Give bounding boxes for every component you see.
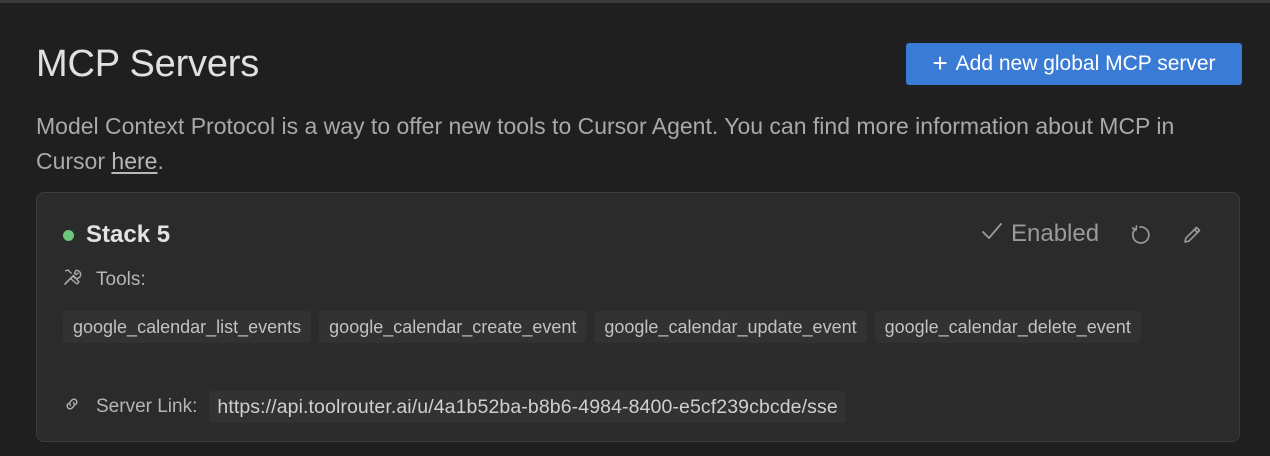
plus-icon: + — [932, 48, 948, 78]
refresh-button[interactable] — [1127, 222, 1153, 248]
tools-icon — [62, 267, 82, 293]
tool-chip: google_calendar_delete_event — [874, 311, 1141, 343]
server-link-row: Server Link: https://api.toolrouter.ai/u… — [62, 391, 846, 423]
server-link-value[interactable]: https://api.toolrouter.ai/u/4a1b52ba-b8b… — [209, 391, 846, 423]
tools-list: google_calendar_list_events google_calen… — [63, 311, 1213, 343]
enabled-toggle[interactable]: Enabled — [981, 220, 1099, 248]
server-name: Stack 5 — [86, 221, 171, 248]
page-description: Model Context Protocol is a way to offer… — [36, 109, 1236, 179]
top-border — [0, 0, 1270, 3]
tool-chip: google_calendar_update_event — [594, 311, 867, 343]
edit-button[interactable] — [1179, 222, 1205, 248]
page-title: MCP Servers — [36, 43, 260, 85]
tool-chip: google_calendar_list_events — [63, 311, 312, 343]
server-card: Stack 5 Enabled Tools: google_calendar_l… — [36, 192, 1240, 442]
pencil-icon — [1184, 226, 1201, 243]
status-indicator-dot — [63, 230, 74, 241]
description-text: Model Context Protocol is a way to offer… — [36, 113, 1175, 174]
tools-label: Tools: — [96, 269, 146, 290]
refresh-icon — [1131, 225, 1150, 244]
server-link-label: Server Link: — [96, 396, 198, 417]
here-link[interactable]: here — [111, 148, 157, 174]
add-button-label: Add new global MCP server — [955, 52, 1216, 75]
tool-chip: google_calendar_create_event — [319, 311, 587, 343]
checkmark-icon — [981, 220, 1003, 248]
add-global-mcp-server-button[interactable]: + Add new global MCP server — [906, 43, 1242, 85]
description-suffix: . — [157, 148, 164, 174]
link-icon — [62, 394, 82, 420]
tools-header: Tools: — [62, 267, 146, 293]
enabled-label: Enabled — [1011, 220, 1100, 247]
